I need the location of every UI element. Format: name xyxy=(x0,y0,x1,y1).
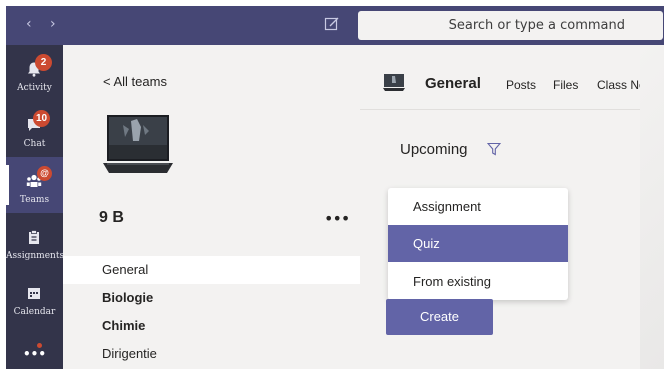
main-panel: General Posts Files Class Note Upcoming … xyxy=(360,45,664,369)
search-input[interactable]: Search or type a command xyxy=(358,11,663,40)
activity-badge: 2 xyxy=(35,54,52,71)
channel-chimie[interactable]: Chimie xyxy=(63,312,360,340)
team-panel: < All teams 9 B ••• General Biologie Chi… xyxy=(63,45,360,369)
compose-icon[interactable] xyxy=(324,16,340,32)
rail-label-teams: Teams xyxy=(19,195,50,205)
create-button[interactable]: Create xyxy=(386,299,493,335)
more-apps-icon: ••• xyxy=(22,347,46,361)
menu-item-quiz[interactable]: Quiz xyxy=(388,225,568,262)
mention-badge: @ xyxy=(37,166,52,181)
team-name: 9 B xyxy=(99,209,124,226)
rail-item-teams[interactable]: @ Teams xyxy=(6,157,63,213)
tab-files[interactable]: Files xyxy=(553,78,578,92)
upcoming-label: Upcoming xyxy=(400,141,468,158)
channel-title: General xyxy=(425,75,481,92)
menu-item-from-existing[interactable]: From existing xyxy=(388,263,568,300)
rail-item-assignments[interactable]: Assignments xyxy=(6,213,65,269)
tab-posts[interactable]: Posts xyxy=(506,78,536,92)
channel-biologie[interactable]: Biologie xyxy=(63,284,360,312)
app-rail: 2 Activity 10 Chat @ Teams Assignments C… xyxy=(6,45,65,369)
rail-item-activity[interactable]: 2 Activity xyxy=(6,45,63,101)
channel-dirigentie[interactable]: Dirigentie xyxy=(63,340,360,368)
more-options-icon[interactable]: ••• xyxy=(324,209,350,228)
assignments-icon xyxy=(29,230,39,244)
calendar-icon xyxy=(28,288,40,299)
forward-arrow-icon[interactable]: › xyxy=(50,16,56,32)
rail-label-assignments: Assignments xyxy=(6,251,65,261)
chat-badge: 10 xyxy=(33,110,51,127)
channel-header: General Posts Files Class Note xyxy=(360,45,664,110)
channel-general[interactable]: General xyxy=(63,256,360,284)
channel-picture xyxy=(383,74,405,91)
rail-label-chat: Chat xyxy=(23,139,46,149)
rail-label-activity: Activity xyxy=(17,83,52,93)
create-menu: Assignment Quiz From existing xyxy=(388,188,568,300)
rail-item-chat[interactable]: 10 Chat xyxy=(6,101,63,157)
all-teams-link[interactable]: < All teams xyxy=(103,74,167,89)
back-arrow-icon[interactable]: ‹ xyxy=(26,16,32,32)
rail-item-more[interactable]: ••• xyxy=(6,325,63,369)
page-edge xyxy=(640,45,664,369)
team-picture xyxy=(103,115,173,173)
rail-label-calendar: Calendar xyxy=(13,307,56,317)
search-placeholder: Search or type a command xyxy=(448,18,625,33)
filter-icon[interactable] xyxy=(487,142,501,156)
menu-item-assignment[interactable]: Assignment xyxy=(388,188,568,225)
title-bar: ‹ › Search or type a command xyxy=(6,6,664,45)
rail-item-calendar[interactable]: Calendar xyxy=(6,269,63,325)
